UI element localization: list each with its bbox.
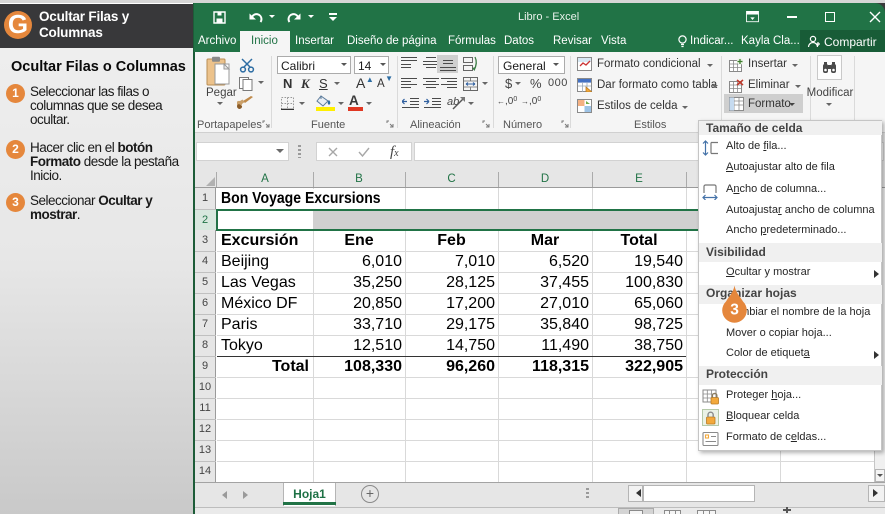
svg-text:3: 3: [730, 302, 739, 319]
